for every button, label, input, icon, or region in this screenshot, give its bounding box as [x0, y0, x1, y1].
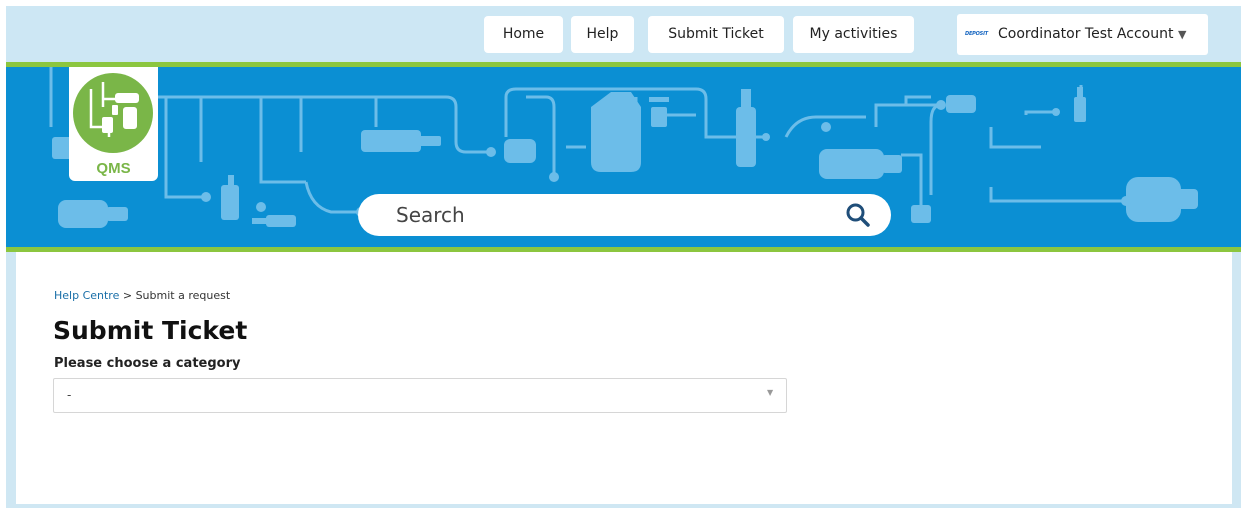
- breadcrumb-separator: >: [119, 289, 136, 302]
- search-input[interactable]: [396, 194, 836, 236]
- account-logo: DEPOSIT: [965, 31, 988, 37]
- chevron-down-icon: ▼: [767, 388, 774, 397]
- qms-logo-icon: [73, 73, 153, 153]
- category-selected-value: -: [67, 388, 72, 402]
- nav-my-activities-button[interactable]: My activities: [793, 16, 914, 53]
- caret-down-icon: ▼: [1178, 28, 1187, 41]
- account-menu-button[interactable]: DEPOSIT Coordinator Test Account ▼: [957, 14, 1208, 55]
- qms-logo[interactable]: QMS: [69, 67, 158, 181]
- breadcrumb-help-centre-link[interactable]: Help Centre: [54, 289, 119, 302]
- main-content: Help Centre > Submit a request Submit Ti…: [16, 252, 1232, 504]
- nav-home-button[interactable]: Home: [484, 16, 563, 53]
- category-label: Please choose a category: [54, 356, 241, 371]
- search-bar: [358, 194, 891, 236]
- top-navigation: Home Help Submit Ticket My activities DE…: [6, 6, 1241, 62]
- search-icon[interactable]: [845, 202, 871, 228]
- breadcrumb: Help Centre > Submit a request: [54, 289, 230, 302]
- account-name: Coordinator Test Account: [998, 26, 1174, 42]
- nav-help-button[interactable]: Help: [571, 16, 634, 53]
- category-select[interactable]: - ▼: [53, 378, 787, 413]
- logo-text: QMS: [96, 160, 131, 177]
- breadcrumb-current: Submit a request: [135, 289, 231, 302]
- nav-submit-ticket-button[interactable]: Submit Ticket: [648, 16, 784, 53]
- page-title: Submit Ticket: [53, 316, 248, 345]
